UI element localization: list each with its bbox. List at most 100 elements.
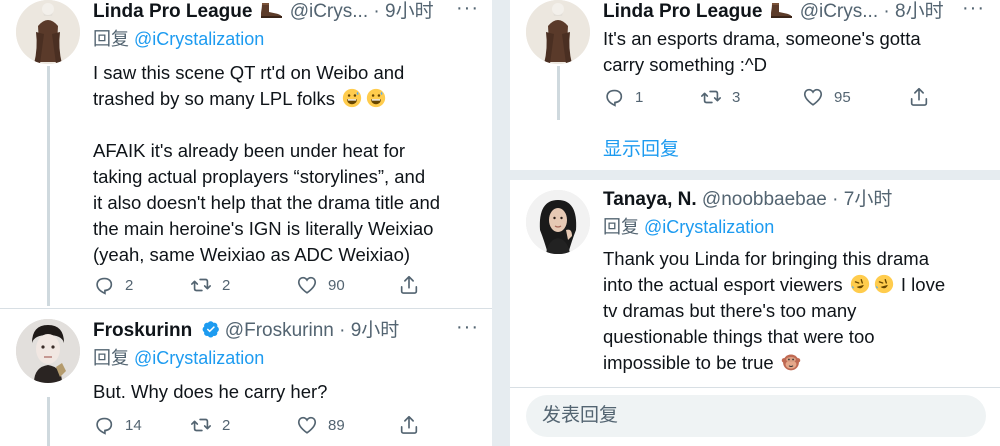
action-bar: 2 2 90 [93, 271, 420, 299]
username[interactable]: @iCrys... [800, 1, 878, 22]
timestamp[interactable]: 9小时 [385, 1, 434, 22]
timestamp[interactable]: 8小时 [895, 1, 944, 22]
reply-context: 回复 @iCrystalization [603, 215, 774, 239]
avatar[interactable] [526, 190, 590, 254]
share-icon [398, 274, 420, 296]
text-line: tv dramas but there's too many [603, 300, 857, 321]
like-count: 90 [328, 276, 345, 294]
timestamp[interactable]: 7小时 [844, 189, 893, 210]
action-bar: 1 3 95 [603, 83, 930, 111]
username[interactable]: @iCrys... [290, 1, 368, 22]
see-no-evil-monkey-emoji-icon [781, 352, 801, 372]
reply-context: 回复 @iCrystalization [93, 346, 264, 370]
share-button[interactable] [398, 414, 420, 436]
reply-icon [93, 274, 115, 296]
text-line-with-emoji: into the actual esport viewers I love [603, 274, 946, 295]
reply-icon [93, 414, 115, 436]
reply-input[interactable] [526, 395, 986, 437]
mention-link[interactable]: @iCrystalization [644, 217, 774, 237]
heart-icon [296, 274, 318, 296]
grinning-sweat-emoji-icon [366, 88, 386, 108]
reply-button[interactable]: 14 [93, 414, 190, 436]
reply-prefix: 回复 [603, 217, 639, 237]
section-divider [510, 170, 1000, 180]
text-line: taking actual proplayers “storylines”, a… [93, 166, 426, 187]
reply-count: 1 [635, 88, 644, 106]
text-line-with-emoji: trashed by so many LPL folks [93, 86, 488, 112]
text-line: carry something :^D [603, 54, 767, 75]
reply-box-divider [510, 387, 1000, 388]
rofl-emoji-icon [874, 274, 894, 294]
like-count: 89 [328, 416, 345, 434]
reply-icon [603, 86, 625, 108]
display-name[interactable]: Tanaya, N. [603, 189, 697, 210]
left-thread-panel: Linda Pro League @iCrys... · 9小时 ··· 回复 … [0, 0, 492, 446]
more-icon[interactable]: ··· [456, 315, 479, 339]
timestamp[interactable]: 9小时 [351, 320, 400, 341]
share-icon [908, 86, 930, 108]
more-icon[interactable]: ··· [962, 0, 985, 20]
display-name[interactable]: Froskurinn [93, 320, 192, 341]
tweet-linda-reply[interactable]: Linda Pro League @iCrys... · 9小时 ··· 回复 … [0, 0, 492, 306]
rofl-emoji-icon [850, 274, 870, 294]
tweet-froskurinn-reply[interactable]: Froskurinn @Froskurinn · 9小时 ··· 回复 @iCr… [0, 309, 492, 446]
separator-dot: · [883, 1, 890, 22]
more-icon[interactable]: ··· [456, 0, 479, 20]
text-line: (yeah, same Weixiao as ADC Weixiao) [93, 244, 411, 265]
text-line: AFAIK it's already been under heat for [93, 140, 406, 161]
retweet-count: 2 [222, 276, 231, 294]
username[interactable]: @noobbaebae [702, 189, 827, 210]
reply-count: 2 [125, 276, 134, 294]
like-count: 95 [834, 88, 851, 106]
like-button[interactable]: 95 [802, 86, 908, 108]
separator-dot: · [373, 1, 380, 22]
retweet-button[interactable]: 3 [700, 86, 802, 108]
retweet-button[interactable]: 2 [190, 274, 296, 296]
tweet-header: Linda Pro League @iCrys... · 8小时 [603, 0, 944, 24]
reply-count: 14 [125, 416, 142, 434]
reply-button[interactable]: 1 [603, 86, 700, 108]
show-replies-link[interactable]: 显示回复 [603, 134, 679, 161]
right-thread-panel: Linda Pro League @iCrys... · 8小时 ··· It'… [510, 0, 1000, 446]
mention-link[interactable]: @iCrystalization [134, 29, 264, 49]
text-line: it also doesn't help that the drama titl… [93, 192, 441, 213]
avatar[interactable] [526, 0, 590, 64]
reply-button[interactable]: 2 [93, 274, 190, 296]
reply-prefix: 回复 [93, 348, 129, 368]
tweet-header: Froskurinn @Froskurinn · 9小时 [93, 319, 399, 343]
tweet-header: Linda Pro League @iCrys... · 9小时 [93, 0, 434, 24]
avatar[interactable] [16, 0, 80, 64]
display-name[interactable]: Linda Pro League [603, 1, 762, 22]
avatar[interactable] [16, 319, 80, 383]
reply-compose-box[interactable] [526, 395, 986, 437]
boot-emoji-icon [258, 1, 284, 19]
reply-context: 回复 @iCrystalization [93, 27, 264, 51]
tweet-text: But. Why does he carry her? [93, 379, 488, 405]
text-line: Thank you Linda for bringing this drama [603, 248, 929, 269]
tweet-tanaya-reply[interactable]: Tanaya, N. @noobbaebae · 7小时 回复 @iCrysta… [510, 180, 1000, 388]
grinning-sweat-emoji-icon [342, 88, 362, 108]
share-button[interactable] [398, 274, 420, 296]
text-line: the main heroine's IGN is literally Weix… [93, 218, 434, 239]
action-bar: 14 2 89 [93, 411, 420, 439]
tweet-header: Tanaya, N. @noobbaebae · 7小时 [603, 188, 892, 212]
text-line: questionable things that were too [603, 326, 875, 347]
like-button[interactable]: 89 [296, 414, 398, 436]
tweet-linda-followup[interactable]: Linda Pro League @iCrys... · 8小时 ··· It'… [510, 0, 1000, 120]
share-button[interactable] [908, 86, 930, 108]
retweet-icon [700, 86, 722, 108]
boot-emoji-icon [768, 1, 794, 19]
reply-prefix: 回复 [93, 29, 129, 49]
username[interactable]: @Froskurinn [225, 320, 334, 341]
separator-dot: · [832, 189, 839, 210]
retweet-count: 2 [222, 416, 231, 434]
mention-link[interactable]: @iCrystalization [134, 348, 264, 368]
tweet-text: I saw this scene QT rt'd on Weibo and tr… [93, 60, 488, 268]
display-name[interactable]: Linda Pro League [93, 1, 252, 22]
retweet-icon [190, 414, 212, 436]
tweet-text: It's an esports drama, someone's gotta c… [603, 26, 993, 78]
like-button[interactable]: 90 [296, 274, 398, 296]
panel-gap [492, 0, 510, 446]
retweet-button[interactable]: 2 [190, 414, 296, 436]
text-line: It's an esports drama, someone's gotta [603, 28, 921, 49]
